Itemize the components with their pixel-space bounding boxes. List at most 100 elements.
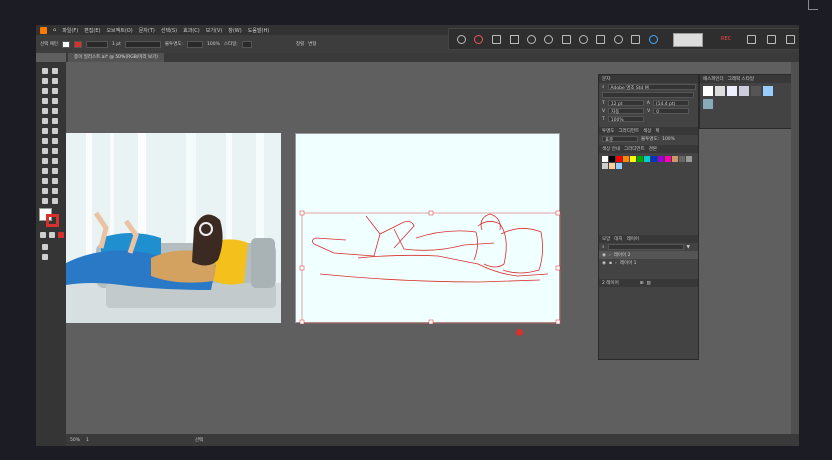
color-swatch[interactable]: [644, 156, 650, 162]
right-scrollbar[interactable]: [791, 62, 799, 434]
menu-object[interactable]: 오브젝트(O): [106, 27, 132, 34]
default-colors-icon[interactable]: [40, 232, 46, 238]
tab-gradient[interactable]: 그라디언트: [618, 128, 639, 134]
tab-color[interactable]: 색상: [643, 128, 651, 134]
color-swatch[interactable]: [679, 156, 685, 162]
transform-button[interactable]: 변형: [308, 41, 316, 47]
font-size-field[interactable]: 12 pt: [611, 102, 623, 107]
curvature-tool-icon[interactable]: [52, 88, 58, 94]
zoom-in-icon[interactable]: [527, 35, 536, 44]
crop-icon[interactable]: [562, 35, 571, 44]
graphic-style-thumb[interactable]: [739, 86, 749, 96]
circle-tool-icon[interactable]: [457, 35, 466, 44]
arrange-button[interactable]: 정렬: [296, 41, 304, 47]
color-swatch[interactable]: [651, 156, 657, 162]
shape-builder-tool-icon[interactable]: [42, 148, 48, 154]
color-swatch[interactable]: [609, 163, 615, 169]
font-style-field[interactable]: [602, 92, 694, 98]
screen-icon[interactable]: [492, 35, 501, 44]
visibility-icon[interactable]: ◉: [602, 253, 606, 258]
gradient-swatch-icon[interactable]: [58, 232, 64, 238]
tab-stroke[interactable]: 획: [655, 128, 659, 134]
eraser-tool-icon[interactable]: [52, 118, 58, 124]
graphic-style-thumb[interactable]: [703, 86, 713, 96]
home-icon[interactable]: ⌂: [53, 27, 56, 33]
blend-mode-select[interactable]: 표준: [605, 138, 613, 143]
text-icon[interactable]: [631, 35, 640, 44]
fill-swatch[interactable]: [62, 40, 70, 48]
menu-type[interactable]: 문자(T): [139, 27, 155, 34]
tab-graphic-styles[interactable]: 그래픽 스타일: [728, 76, 754, 82]
color-swatch[interactable]: [665, 156, 671, 162]
zoom-level[interactable]: 50%: [70, 438, 80, 443]
rotate-tool-icon[interactable]: [42, 128, 48, 134]
visibility-icon[interactable]: ◉: [602, 261, 606, 266]
direct-selection-tool-icon[interactable]: [52, 68, 58, 74]
stroke-color-icon[interactable]: [46, 214, 59, 227]
expand-icon[interactable]: ›: [615, 261, 617, 266]
color-swatch[interactable]: [616, 163, 622, 169]
record-icon[interactable]: [474, 35, 483, 44]
delete-layer-icon[interactable]: ▥: [647, 281, 651, 286]
color-swatch[interactable]: [637, 156, 643, 162]
graph-tool-icon[interactable]: [52, 178, 58, 184]
leading-field[interactable]: (14.4 pt): [656, 102, 676, 107]
filter-icon[interactable]: ▼: [687, 245, 690, 250]
zoom-tool-icon[interactable]: [52, 198, 58, 204]
color-swatch[interactable]: [686, 156, 692, 162]
tab-artboards[interactable]: 대지: [614, 236, 622, 242]
graphic-style-thumb[interactable]: [715, 86, 725, 96]
tab-pathfinder[interactable]: 패스파인더: [703, 76, 724, 82]
layer-name[interactable]: 레이어 2: [614, 252, 631, 258]
perspective-tool-icon[interactable]: [52, 148, 58, 154]
opacity-field[interactable]: [187, 40, 203, 48]
tab-appearance[interactable]: 모양: [602, 236, 610, 242]
menu-file[interactable]: 파일(F): [62, 27, 78, 34]
scale-tool-icon[interactable]: [52, 128, 58, 134]
pen-icon[interactable]: [510, 35, 519, 44]
artboard-tool-icon[interactable]: [42, 188, 48, 194]
layer-row[interactable]: ◉ › 레이어 2: [599, 251, 698, 259]
pencil-tool-icon[interactable]: [42, 118, 48, 124]
tab-gradient-2[interactable]: 그라디언트: [624, 146, 645, 152]
color-swatch[interactable]: [672, 156, 678, 162]
color-swatch[interactable]: [630, 156, 636, 162]
artboard-number[interactable]: 1: [86, 438, 89, 443]
graphic-style-thumb[interactable]: [751, 86, 761, 96]
horizontal-scale-field[interactable]: 100%: [611, 118, 624, 123]
color-swatch[interactable]: [602, 156, 608, 162]
graphic-style-thumb[interactable]: [763, 86, 773, 96]
graphic-style-thumb[interactable]: [727, 86, 737, 96]
blend-tool-icon[interactable]: [52, 168, 58, 174]
arrow-icon[interactable]: [649, 35, 658, 44]
paintbrush-tool-icon[interactable]: [52, 108, 58, 114]
gradient-tool-icon[interactable]: [52, 158, 58, 164]
tab-color-guide[interactable]: 색상 안내: [602, 146, 620, 152]
preview-thumbnail[interactable]: [673, 33, 703, 47]
document-tab[interactable]: 종이 일러스트.ai* @ 50%(RGB/미리 보기): [68, 53, 165, 62]
cursor-icon[interactable]: [579, 35, 588, 44]
symbol-sprayer-tool-icon[interactable]: [42, 178, 48, 184]
draw-mode-icon[interactable]: [42, 244, 48, 250]
tab-layers[interactable]: 레이어: [627, 236, 639, 242]
eyedropper-tool-icon[interactable]: [42, 168, 48, 174]
menu-edit[interactable]: 편집(E): [84, 27, 100, 34]
stroke-weight-field[interactable]: [86, 40, 108, 48]
style-dropdown[interactable]: [241, 40, 252, 48]
minimize-icon[interactable]: [767, 35, 776, 44]
font-family-field[interactable]: Adobe 명조 Std M: [611, 86, 649, 91]
transparency-opacity-value[interactable]: 100%: [662, 137, 675, 142]
magic-wand-tool-icon[interactable]: [42, 78, 48, 84]
color-swatch[interactable]: [609, 156, 615, 162]
expand-icon[interactable]: ›: [609, 253, 611, 258]
graphic-style-thumb[interactable]: [703, 99, 713, 109]
free-transform-tool-icon[interactable]: [52, 138, 58, 144]
color-swatch[interactable]: [616, 156, 622, 162]
refresh-icon[interactable]: [614, 35, 623, 44]
hand-tool-icon[interactable]: [42, 198, 48, 204]
layer-row[interactable]: ◉ ▪ › 레이어 1: [599, 259, 698, 267]
layers-search-field[interactable]: [607, 244, 684, 250]
lock-icon[interactable]: ▪: [609, 261, 612, 266]
close-icon[interactable]: [786, 35, 795, 44]
menu-view[interactable]: 보기(V): [206, 27, 223, 34]
